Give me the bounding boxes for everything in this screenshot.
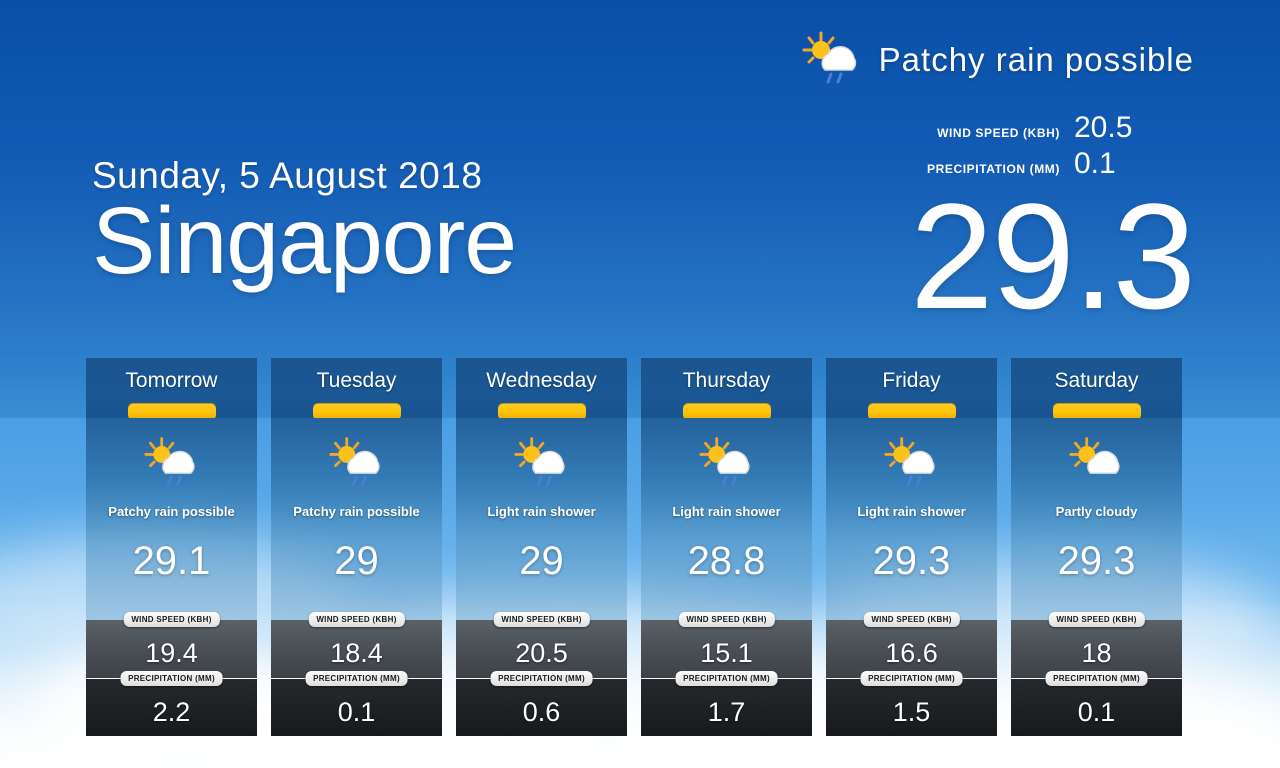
wind-speed-value: 16.6 xyxy=(885,638,938,668)
precipitation-label: PRECIPITATION (MM) xyxy=(305,671,408,686)
accent-bar xyxy=(682,403,771,418)
wind-speed-strip: WIND SPEED (KBH) 20.5 xyxy=(456,612,627,678)
precipitation-label: PRECIPITATION (MM) xyxy=(860,671,963,686)
day-temperature: 29.3 xyxy=(1057,539,1136,583)
forecast-card-tomorrow[interactable]: Tomorrow Patchy rain possible 29.1 WIND SPE… xyxy=(86,358,257,736)
precipitation-value: 1.5 xyxy=(892,697,931,727)
precipitation-value: 0.6 xyxy=(522,697,561,727)
day-temperature: 29.3 xyxy=(872,539,951,583)
day-label: Saturday xyxy=(1054,369,1139,392)
wind-speed-value: 18 xyxy=(1081,638,1112,668)
precipitation-strip: PRECIPITATION (MM) 0.1 xyxy=(1011,671,1182,736)
wind-speed-label: WIND SPEED (KBH) xyxy=(308,612,405,627)
wind-speed-strip: WIND SPEED (KBH) 19.4 xyxy=(86,612,257,678)
precipitation-strip: PRECIPITATION (MM) 2.2 xyxy=(86,671,257,736)
wind-speed-strip: WIND SPEED (KBH) 16.6 xyxy=(826,612,997,678)
current-metrics: WIND SPEED (KBH) 20.5 PRECIPITATION (MM)… xyxy=(801,113,1194,179)
city-name: Singapore xyxy=(92,188,517,294)
card-header: Tuesday xyxy=(271,358,442,418)
precipitation-strip: PRECIPITATION (MM) 0.1 xyxy=(271,671,442,736)
accent-bar xyxy=(497,403,586,418)
sun-cloud-rain-icon xyxy=(328,432,386,490)
precipitation-strip: PRECIPITATION (MM) 1.5 xyxy=(826,671,997,736)
wind-speed-label: WIND SPEED (KBH) xyxy=(678,612,775,627)
card-body: Light rain shower 29.3 xyxy=(826,418,997,620)
day-label: Tomorrow xyxy=(125,369,218,392)
wind-speed-value: 20.5 xyxy=(1074,111,1133,144)
card-header: Tomorrow xyxy=(86,358,257,418)
forecast-card-saturday[interactable]: Saturday Partly cloudy 29.3 WIND SPEED (KBH… xyxy=(1011,358,1182,736)
day-temperature: 29.1 xyxy=(132,539,211,583)
condition-text: Light rain shower xyxy=(487,504,596,519)
day-temperature: 29 xyxy=(519,539,564,583)
current-temperature: 29.3 xyxy=(910,172,1196,340)
day-label: Friday xyxy=(882,369,941,392)
wind-speed-value: 19.4 xyxy=(145,638,198,668)
accent-bar xyxy=(312,403,401,418)
wind-speed-strip: WIND SPEED (KBH) 18.4 xyxy=(271,612,442,678)
condition-text: Patchy rain possible xyxy=(293,504,420,519)
day-label: Thursday xyxy=(682,369,771,392)
forecast-card-friday[interactable]: Friday Light rain shower 29.3 WIND SPEED (K… xyxy=(826,358,997,736)
precipitation-value: 1.7 xyxy=(707,697,746,727)
wind-speed-value: 18.4 xyxy=(330,638,383,668)
wind-speed-value: 15.1 xyxy=(700,638,753,668)
condition-text: Light rain shower xyxy=(672,504,781,519)
card-body: Light rain shower 29 xyxy=(456,418,627,620)
precipitation-value: 0.1 xyxy=(1077,697,1116,727)
condition-text: Patchy rain possible xyxy=(108,504,235,519)
wind-speed-strip: WIND SPEED (KBH) 18 xyxy=(1011,612,1182,678)
wind-speed-label: WIND SPEED (KBH) xyxy=(1048,612,1145,627)
day-temperature: 28.8 xyxy=(687,539,766,583)
precipitation-value: 2.2 xyxy=(152,697,191,727)
forecast-card-tuesday[interactable]: Tuesday Patchy rain possible 29 WIND SPEED … xyxy=(271,358,442,736)
card-header: Wednesday xyxy=(456,358,627,418)
current-condition-text: Patchy rain possible xyxy=(878,40,1194,78)
forecast-card-thursday[interactable]: Thursday Light rain shower 28.8 WIND SPEED … xyxy=(641,358,812,736)
sun-cloud-rain-icon xyxy=(801,30,863,89)
precipitation-label: PRECIPITATION (MM) xyxy=(675,671,778,686)
wind-speed-strip: WIND SPEED (KBH) 15.1 xyxy=(641,612,812,678)
card-header: Thursday xyxy=(641,358,812,418)
wind-speed-row: WIND SPEED (KBH) 20.5 xyxy=(801,113,1194,143)
day-label: Wednesday xyxy=(486,369,597,392)
current-conditions-panel: Patchy rain possible WIND SPEED (KBH) 20… xyxy=(801,30,1196,340)
location-headline: Sunday, 5 August 2018 Singapore xyxy=(92,155,517,294)
sun-cloud-rain-icon xyxy=(883,432,941,490)
forecast-strip: Tomorrow Patchy rain possible 29.1 WIND SPE… xyxy=(86,358,1191,736)
card-header: Saturday xyxy=(1011,358,1182,418)
sun-cloud-rain-icon xyxy=(143,432,201,490)
day-temperature: 29 xyxy=(334,539,379,583)
precipitation-label: PRECIPITATION (MM) xyxy=(490,671,593,686)
wind-speed-value: 20.5 xyxy=(515,638,568,668)
condition-text: Light rain shower xyxy=(857,504,966,519)
wind-speed-label: WIND SPEED (KBH) xyxy=(493,612,590,627)
card-body: Patchy rain possible 29.1 xyxy=(86,418,257,620)
sun-cloud-rain-icon xyxy=(513,432,571,490)
precipitation-strip: PRECIPITATION (MM) 0.6 xyxy=(456,671,627,736)
accent-bar xyxy=(1052,403,1141,418)
wind-speed-label: WIND SPEED (KBH) xyxy=(863,612,960,627)
precipitation-label: PRECIPITATION (MM) xyxy=(1045,671,1148,686)
sun-cloud-rain-icon xyxy=(698,432,756,490)
card-header: Friday xyxy=(826,358,997,418)
day-label: Tuesday xyxy=(316,369,397,392)
wind-speed-label: WIND SPEED (KBH) xyxy=(123,612,220,627)
accent-bar xyxy=(127,403,216,418)
precipitation-strip: PRECIPITATION (MM) 1.7 xyxy=(641,671,812,736)
current-condition-row: Patchy rain possible xyxy=(801,30,1194,89)
card-body: Light rain shower 28.8 xyxy=(641,418,812,620)
wind-speed-label: WIND SPEED (KBH) xyxy=(937,126,1060,140)
precipitation-label: PRECIPITATION (MM) xyxy=(120,671,223,686)
forecast-card-wednesday[interactable]: Wednesday Light rain shower 29 WIND SPEED (… xyxy=(456,358,627,736)
sun-cloud-icon xyxy=(1068,432,1126,490)
accent-bar xyxy=(867,403,956,418)
card-body: Partly cloudy 29.3 xyxy=(1011,418,1182,620)
card-body: Patchy rain possible 29 xyxy=(271,418,442,620)
condition-text: Partly cloudy xyxy=(1055,504,1138,519)
precipitation-value: 0.1 xyxy=(337,697,376,727)
